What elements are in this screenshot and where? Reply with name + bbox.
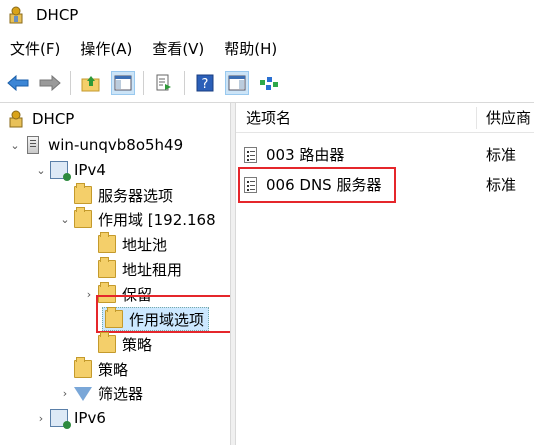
console-tree: DHCP ⌄ win-unqvb8o5h49 ⌄ IPv4 服务器选项 ⌄ 作用… (0, 103, 230, 445)
tree-label-server: win-unqvb8o5h49 (48, 136, 184, 154)
help-icon[interactable]: ? (193, 71, 217, 95)
tree-label-ipv6: IPv6 (74, 409, 106, 427)
export-list-icon[interactable] (152, 71, 176, 95)
tree-label-dhcp: DHCP (32, 110, 75, 128)
tree-node-server-options[interactable]: 服务器选项 (72, 183, 173, 207)
tree-label-filters: 筛选器 (98, 384, 144, 403)
column-divider[interactable] (476, 107, 477, 129)
option-vendor: 标准 (486, 146, 517, 164)
folder-icon (74, 183, 92, 204)
tree-node-ipv4[interactable]: ⌄ IPv4 (34, 158, 106, 182)
svg-text:?: ? (202, 77, 209, 92)
column-header-option-name[interactable]: 选项名 (246, 103, 291, 133)
address-pool-icon (98, 232, 116, 253)
title-bar: DHCP (0, 0, 534, 30)
toolbar-separator (70, 71, 71, 95)
tree-label-scope-policies: 策略 (122, 335, 153, 354)
toolbar: ? (0, 67, 534, 99)
list-row[interactable]: 003 路由器 标准 (236, 141, 534, 169)
expand-chevron-icon[interactable]: › (58, 387, 72, 400)
tree-node-server[interactable]: ⌄ win-unqvb8o5h49 (8, 133, 183, 157)
up-folder-icon[interactable] (79, 71, 103, 95)
menu-view[interactable]: 查看(V) (142, 36, 214, 62)
tree-label-ipv4: IPv4 (74, 161, 106, 179)
menu-file[interactable]: 文件(F) (0, 36, 70, 62)
tree-label-server-options: 服务器选项 (98, 186, 174, 205)
window-title: DHCP (36, 6, 79, 24)
list-header: 选项名 供应商 (236, 103, 534, 133)
expand-chevron-icon[interactable]: › (82, 288, 96, 301)
tree-node-dhcp[interactable]: DHCP (6, 107, 74, 131)
dhcp-app-icon (8, 6, 26, 24)
option-name: 003 路由器 (266, 146, 345, 164)
forward-arrow-icon[interactable] (38, 71, 62, 95)
dhcp-filter-icon[interactable] (257, 71, 281, 95)
options-list: 选项名 供应商 003 路由器 标准 006 DNS 服务器 标准 (236, 103, 534, 445)
ipv4-icon (50, 161, 71, 181)
tree-label-scope: 作用域 [192.168 (98, 210, 216, 229)
back-arrow-icon[interactable] (6, 71, 30, 95)
option-icon (244, 147, 257, 163)
menu-action[interactable]: 操作(A) (70, 36, 142, 62)
collapse-chevron-icon[interactable]: ⌄ (8, 139, 22, 152)
column-header-vendor[interactable]: 供应商 (486, 103, 531, 133)
tree-label-policies: 策略 (98, 360, 129, 379)
collapse-chevron-icon[interactable]: ⌄ (58, 213, 72, 226)
toolbar-separator (143, 71, 144, 95)
action-pane-icon[interactable] (225, 71, 249, 95)
tree-node-scope[interactable]: ⌄ 作用域 [192.168 (58, 207, 216, 231)
policy-icon (98, 332, 116, 353)
tree-node-scope-policies[interactable]: 策略 (96, 332, 152, 356)
tree-node-policies[interactable]: 策略 (72, 357, 128, 381)
dhcp-icon (8, 110, 26, 128)
highlight-box-scope-options (96, 295, 230, 333)
menu-help[interactable]: 帮助(H) (214, 36, 287, 62)
policy-icon (74, 357, 92, 378)
collapse-chevron-icon[interactable]: ⌄ (34, 164, 48, 177)
main-content: DHCP ⌄ win-unqvb8o5h49 ⌄ IPv4 服务器选项 ⌄ 作用… (0, 102, 534, 445)
highlight-box-dns-option (238, 167, 396, 203)
tree-label-address-leases: 地址租用 (122, 260, 183, 279)
tree-node-address-leases[interactable]: 地址租用 (96, 257, 182, 281)
option-vendor: 标准 (486, 176, 517, 194)
tree-label-address-pool: 地址池 (122, 235, 168, 254)
toolbar-separator (184, 71, 185, 95)
address-leases-icon (98, 257, 116, 278)
server-icon (27, 136, 39, 154)
tree-node-ipv6[interactable]: › IPv6 (34, 406, 106, 430)
filter-icon (74, 387, 92, 401)
show-hide-tree-icon[interactable] (111, 71, 135, 95)
tree-node-address-pool[interactable]: 地址池 (96, 232, 167, 256)
ipv6-icon (50, 409, 71, 429)
scope-folder-icon (74, 207, 92, 228)
expand-chevron-icon[interactable]: › (34, 412, 48, 425)
tree-node-filters[interactable]: › 筛选器 (58, 381, 143, 405)
menu-bar: 文件(F) 操作(A) 查看(V) 帮助(H) (0, 36, 534, 62)
